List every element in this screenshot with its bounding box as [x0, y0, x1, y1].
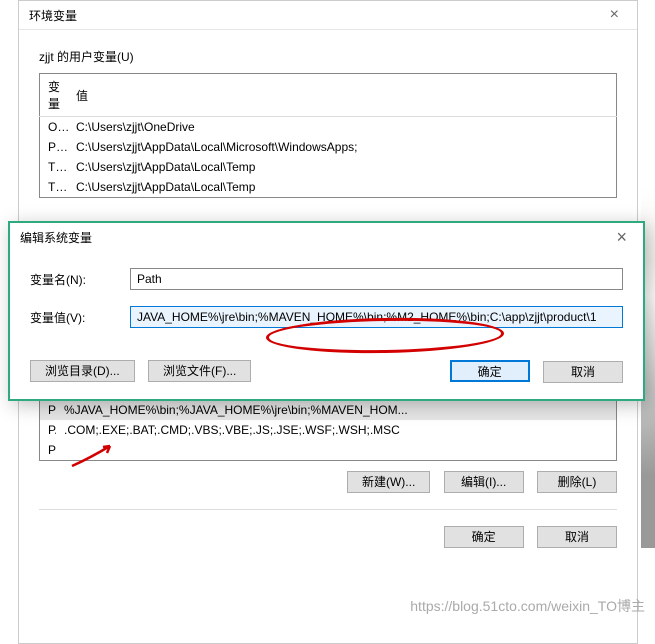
var-name-input[interactable]	[130, 268, 623, 290]
var-value-cell: %JAVA_HOME%\bin;%JAVA_HOME%\jre\bin;%MAV…	[56, 400, 617, 420]
new-button[interactable]: 新建(W)...	[347, 471, 430, 493]
col-header-name[interactable]: 变量	[40, 74, 69, 117]
edit-sys-var-dialog: 编辑系统变量 × 变量名(N): 变量值(V): 浏览目录(D)... 浏览文件…	[8, 221, 645, 401]
var-value-input[interactable]	[130, 306, 623, 328]
table-row[interactable]: PATHEXT.COM;.EXE;.BAT;.CMD;.VBS;.VBE;.JS…	[40, 420, 617, 440]
table-row[interactable]: PERL5LIB	[40, 440, 617, 461]
var-name-label: 变量名(N):	[30, 271, 130, 288]
edit-ok-button[interactable]: 确定	[450, 360, 530, 382]
user-vars-table[interactable]: 变量 值 OneDriveC:\Users\zjjt\OneDrivePathC…	[39, 73, 617, 198]
var-value-cell	[56, 440, 617, 461]
edit-dialog-title-text: 编辑系统变量	[20, 229, 92, 246]
browse-file-button[interactable]: 浏览文件(F)...	[148, 360, 251, 382]
close-icon[interactable]: ×	[608, 227, 635, 248]
close-icon[interactable]: ×	[602, 6, 627, 24]
table-row[interactable]: PathC:\Users\zjjt\AppData\Local\Microsof…	[40, 137, 617, 157]
var-value-cell: C:\Users\zjjt\AppData\Local\Temp	[68, 177, 616, 198]
var-name-cell: Path	[40, 137, 69, 157]
table-row[interactable]: Path%JAVA_HOME%\bin;%JAVA_HOME%\jre\bin;…	[40, 400, 617, 420]
dialog-title-text: 环境变量	[29, 7, 77, 24]
browse-dir-button[interactable]: 浏览目录(D)...	[30, 360, 135, 382]
watermark-text: https://blog.51cto.com/weixin_TO博主	[410, 596, 645, 616]
var-name-cell: PERL5LIB	[40, 440, 57, 461]
edit-cancel-button[interactable]: 取消	[543, 361, 623, 383]
sys-vars-buttons: 新建(W)... 编辑(I)... 删除(L)	[39, 461, 617, 503]
var-name-cell: PATHEXT	[40, 420, 57, 440]
var-name-cell: Path	[40, 400, 57, 420]
table-row[interactable]: TEMPC:\Users\zjjt\AppData\Local\Temp	[40, 157, 617, 177]
cancel-button[interactable]: 取消	[537, 526, 617, 548]
ok-button[interactable]: 确定	[444, 526, 524, 548]
dialog-bottom-buttons: 确定 取消	[39, 516, 617, 558]
var-name-cell: OneDrive	[40, 117, 69, 138]
edit-button[interactable]: 编辑(I)...	[444, 471, 524, 493]
var-name-cell: TEMP	[40, 157, 69, 177]
delete-button[interactable]: 删除(L)	[537, 471, 617, 493]
user-vars-label: zjjt 的用户变量(U)	[39, 48, 617, 65]
var-value-cell: .COM;.EXE;.BAT;.CMD;.VBS;.VBE;.JS;.JSE;.…	[56, 420, 617, 440]
var-value-cell: C:\Users\zjjt\AppData\Local\Microsoft\Wi…	[68, 137, 616, 157]
edit-dialog-titlebar: 编辑系统变量 ×	[10, 223, 643, 252]
var-value-cell: C:\Users\zjjt\AppData\Local\Temp	[68, 157, 616, 177]
col-header-value[interactable]: 值	[68, 74, 616, 117]
var-value-cell: C:\Users\zjjt\OneDrive	[68, 117, 616, 138]
table-row[interactable]: TMPC:\Users\zjjt\AppData\Local\Temp	[40, 177, 617, 198]
var-name-cell: TMP	[40, 177, 69, 198]
table-row[interactable]: OneDriveC:\Users\zjjt\OneDrive	[40, 117, 617, 138]
var-value-label: 变量值(V):	[30, 309, 130, 326]
dialog-titlebar: 环境变量 ×	[19, 1, 637, 30]
